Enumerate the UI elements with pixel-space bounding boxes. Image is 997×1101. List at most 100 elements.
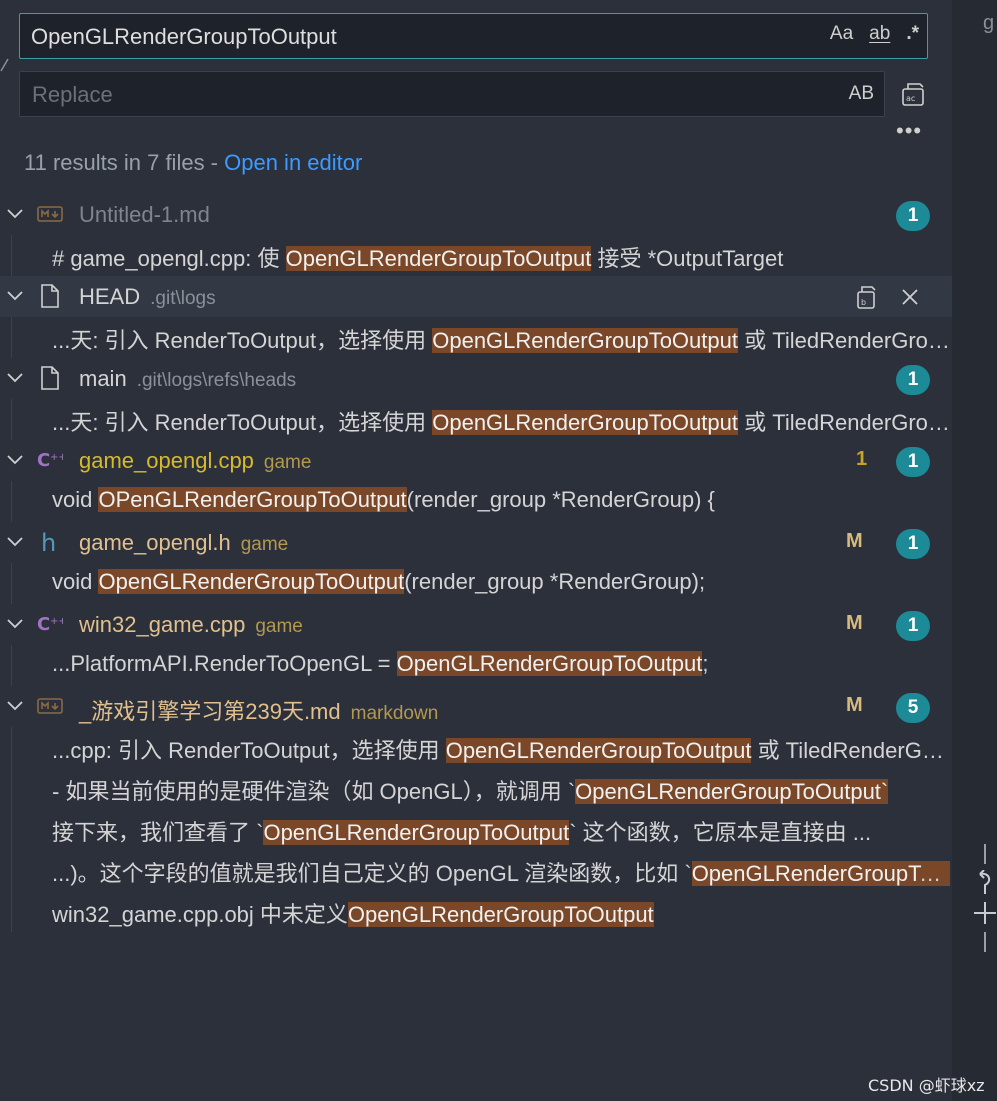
file-name[interactable]: game_opengl.cpp game	[79, 448, 311, 474]
file-name-label: win32_game.cpp	[79, 612, 246, 637]
open-in-editor-link[interactable]: Open in editor	[224, 150, 362, 175]
search-input-box[interactable]: OpenGLRenderGroupToOutput Aa ab .*	[19, 13, 928, 59]
match-highlight: OpenGLRenderGroupToOutput	[432, 410, 738, 435]
chevron-down-icon[interactable]	[6, 453, 24, 467]
git-status-badge: M	[846, 612, 863, 634]
plus-icon[interactable]	[972, 900, 997, 926]
toggle-replace-icon[interactable]	[0, 58, 10, 72]
match-row[interactable]: - 如果当前使用的是硬件渲染（如 OpenGL），就调用 `OpenGLRend…	[0, 768, 952, 809]
replace-input-box[interactable]: AB	[19, 71, 885, 117]
watermark: CSDN @虾球xz	[868, 1076, 985, 1095]
chevron-down-icon[interactable]	[6, 371, 24, 385]
file-dir: game	[240, 534, 289, 555]
git-status-badge: M	[846, 530, 863, 552]
match-text: 接下来，我们查看了 `OpenGLRenderGroupToOutput` 这个…	[52, 815, 950, 847]
match-highlight: OpenGLRenderGroupToOutput	[263, 820, 570, 845]
match-text: ...cpp: 引入 RenderToOutput，选择使用 OpenGLRen…	[52, 733, 950, 765]
file-name[interactable]: _游戏引擎学习第239天.md markdown	[79, 694, 438, 726]
use-regex-toggle[interactable]: .*	[906, 23, 919, 45]
match-prefix: ...天: 引入 RenderToOutput，选择使用	[52, 410, 433, 435]
file-name[interactable]: game_opengl.h game	[79, 530, 288, 556]
cpp-icon: C ++	[37, 448, 67, 472]
match-row[interactable]: void OPenGLRenderGroupToOutput(render_gr…	[0, 481, 952, 522]
dismiss-icon[interactable]	[900, 287, 920, 307]
match-count-badge: 1	[896, 529, 930, 559]
chevron-down-icon[interactable]	[6, 699, 24, 713]
replace-file-icon[interactable]: b	[854, 283, 880, 311]
match-highlight: OPenGLRenderGroupToOutput	[98, 487, 407, 512]
match-highlight: OpenGLRenderGroupToOutput`	[575, 779, 889, 804]
match-highlight: OpenGLRenderGroupToOutput	[285, 246, 592, 271]
file-name-label: game_opengl.cpp	[79, 448, 254, 473]
match-suffix: (render_group *RenderGroup);	[404, 569, 706, 594]
match-row[interactable]: ...天: 引入 RenderToOutput，选择使用 OpenGLRende…	[0, 317, 952, 358]
match-row[interactable]: win32_game.cpp.obj 中未定义OpenGLRenderGroup…	[0, 891, 952, 932]
match-row[interactable]: void OpenGLRenderGroupToOutput(render_gr…	[0, 563, 952, 604]
file-row[interactable]: C ++ game_opengl.cpp game 1 1	[0, 440, 952, 481]
chevron-down-icon[interactable]	[6, 207, 24, 221]
indent-guide	[11, 399, 12, 440]
indent-guide	[11, 317, 12, 358]
match-count-badge: 5	[896, 693, 930, 723]
cpp-icon: C ++	[37, 612, 67, 636]
match-row[interactable]: ...cpp: 引入 RenderToOutput，选择使用 OpenGLRen…	[0, 727, 952, 768]
more-actions-icon[interactable]: •••	[896, 118, 926, 143]
match-suffix: ;	[702, 651, 709, 676]
match-highlight: OpenGLRenderGroupToOutput	[396, 651, 703, 676]
undo-icon[interactable]	[974, 870, 996, 896]
file-icon	[37, 366, 63, 390]
match-prefix: void	[52, 487, 99, 512]
git-status-badge: M	[846, 694, 863, 716]
match-group: ...天: 引入 RenderToOutput，选择使用 OpenGLRende…	[0, 399, 952, 440]
replace-all-icon[interactable]: ac	[899, 80, 927, 108]
svg-text:b: b	[861, 298, 866, 307]
match-whole-word-toggle[interactable]: ab	[869, 23, 890, 45]
match-prefix: 接下来，我们查看了 `	[52, 820, 264, 845]
file-row[interactable]: _游戏引擎学习第239天.md markdown M 5	[0, 686, 952, 727]
file-row[interactable]: C ++ win32_game.cpp game M 1	[0, 604, 952, 645]
match-highlight: OpenGLRenderGroupToOutput	[445, 738, 752, 763]
file-dir: .git\logs	[150, 288, 216, 309]
file-dir: game	[255, 616, 303, 637]
match-group: ...天: 引入 RenderToOutput，选择使用 OpenGLRende…	[0, 317, 952, 358]
header-icon: h	[37, 529, 63, 557]
match-text: void OPenGLRenderGroupToOutput(render_gr…	[52, 487, 950, 513]
match-highlight: OpenGLRenderGroupToOutput	[347, 902, 654, 927]
replace-input[interactable]	[30, 81, 794, 109]
match-row[interactable]: # game_opengl.cpp: 使 OpenGLRenderGroupTo…	[0, 235, 952, 276]
match-row[interactable]: ...天: 引入 RenderToOutput，选择使用 OpenGLRende…	[0, 399, 952, 440]
match-prefix: ...天: 引入 RenderToOutput，选择使用	[52, 328, 433, 353]
match-case-toggle[interactable]: Aa	[830, 23, 853, 45]
editor-edge-letter: g	[983, 12, 995, 34]
file-name[interactable]: Untitled-1.md	[79, 202, 210, 228]
match-row[interactable]: ...)。这个字段的值就是我们自己定义的 OpenGL 渲染函数，比如 `Ope…	[0, 850, 952, 891]
file-name[interactable]: HEAD .git\logs	[79, 284, 216, 310]
file-row[interactable]: main .git\logs\refs\heads 1	[0, 358, 952, 399]
search-view: g OpenGLRenderGroupToOutput Aa ab .* AB …	[0, 0, 997, 1101]
markdown-icon	[37, 694, 63, 718]
chevron-down-icon[interactable]	[6, 617, 24, 631]
match-text: win32_game.cpp.obj 中未定义OpenGLRenderGroup…	[52, 897, 950, 929]
match-prefix: # game_opengl.cpp: 使	[52, 246, 286, 271]
match-group: ...PlatformAPI.RenderToOpenGL = OpenGLRe…	[0, 645, 952, 686]
match-suffix: (render_group *RenderGroup) {	[406, 487, 715, 512]
match-prefix: ...)。这个字段的值就是我们自己定义的 OpenGL 渲染函数，比如 `	[52, 861, 692, 886]
match-row[interactable]: 接下来，我们查看了 `OpenGLRenderGroupToOutput` 这个…	[0, 809, 952, 850]
search-input[interactable]: OpenGLRenderGroupToOutput	[31, 24, 337, 50]
preserve-case-toggle[interactable]: AB	[849, 83, 874, 105]
file-row[interactable]: HEAD .git\logs b	[0, 276, 952, 317]
file-row[interactable]: h game_opengl.h game M 1	[0, 522, 952, 563]
match-row[interactable]: ...PlatformAPI.RenderToOpenGL = OpenGLRe…	[0, 645, 952, 686]
svg-text:ac: ac	[906, 94, 915, 103]
svg-text:++: ++	[50, 616, 63, 627]
file-name[interactable]: win32_game.cpp game	[79, 612, 303, 638]
file-name-label: Untitled-1.md	[79, 202, 210, 227]
match-count-badge: 1	[896, 201, 930, 231]
match-group: ...cpp: 引入 RenderToOutput，选择使用 OpenGLRen…	[0, 727, 952, 932]
match-highlight: OpenGLRenderGroupToOutput	[432, 328, 738, 353]
chevron-down-icon[interactable]	[6, 289, 24, 303]
file-name[interactable]: main .git\logs\refs\heads	[79, 366, 296, 392]
file-row[interactable]: Untitled-1.md 1	[0, 194, 952, 235]
chevron-down-icon[interactable]	[6, 535, 24, 549]
file-name-label: game_opengl.h	[79, 530, 231, 555]
